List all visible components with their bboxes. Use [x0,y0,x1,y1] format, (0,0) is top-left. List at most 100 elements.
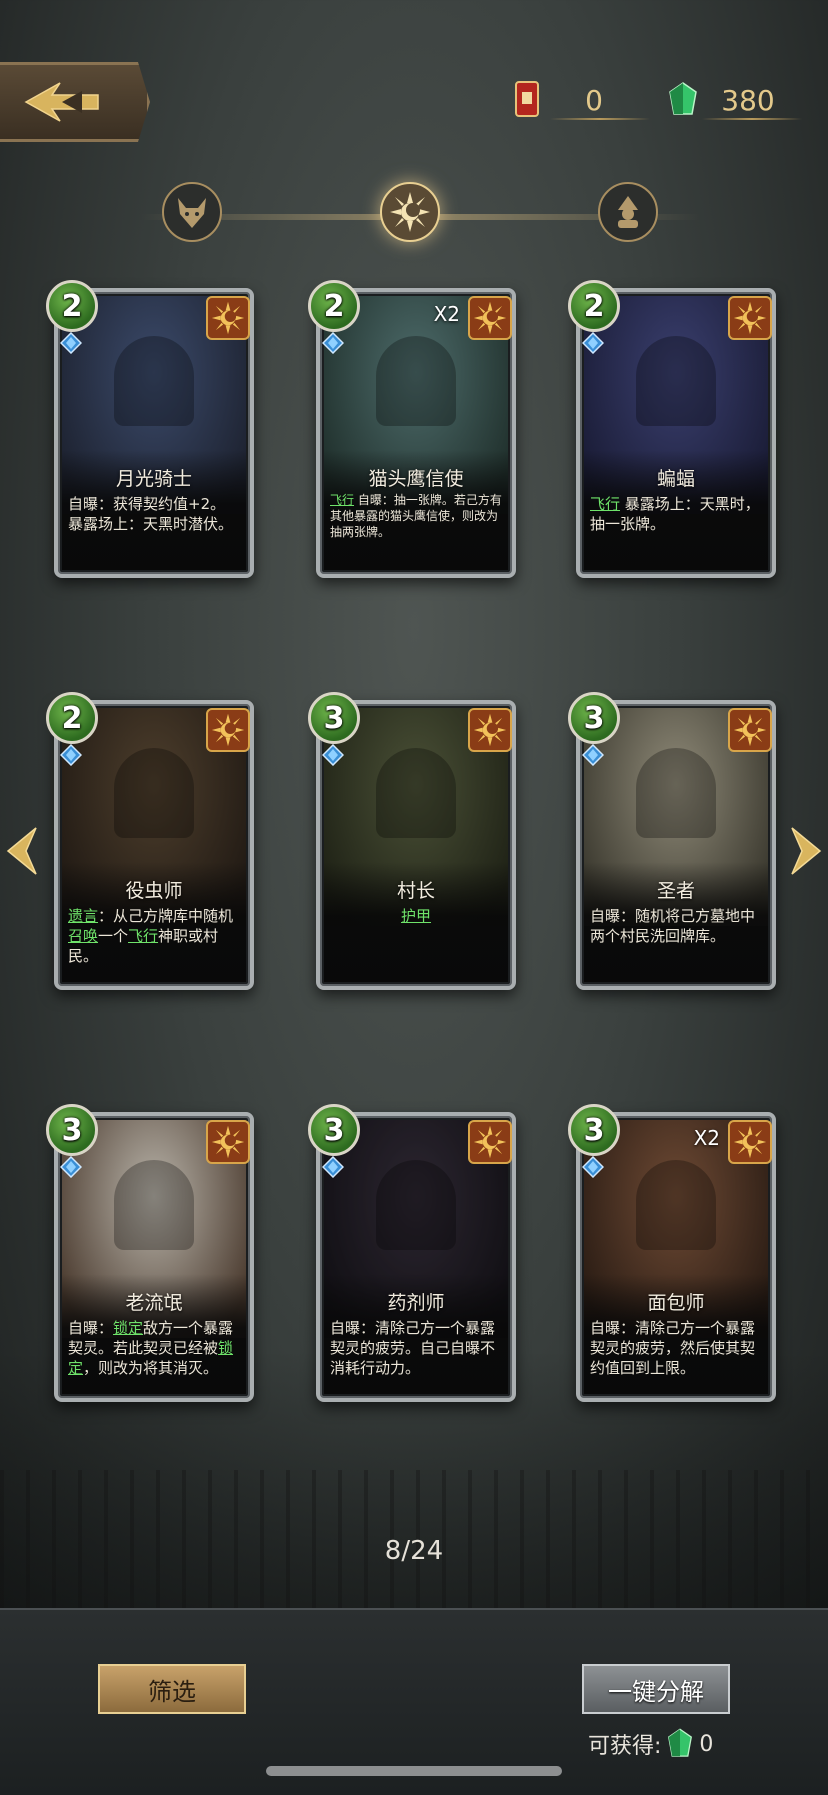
card-name: 役虫师 [125,880,183,902]
faction-sun-icon [468,296,512,340]
card-name: 药剂师 [387,1292,445,1314]
card-cost: 3 [568,692,620,744]
card-description: 飞行 暴露场上：天黑时，抽一张牌。 [590,494,762,534]
faction-sun-icon [468,1120,512,1164]
page-indicator: 8/24 [384,1536,444,1566]
card-character-silhouette [636,336,716,426]
keyword-link[interactable]: 遗言 [68,907,98,925]
green-gem-icon [669,82,697,115]
card-character-silhouette [114,748,194,838]
card-slot-2[interactable]: 2 X2 猫头鹰信使 飞行 自曝：抽一张牌。若己方有其他暴露的猫头鹰信使，则改为抽两张… [308,280,516,578]
description-text: 自曝：获得契约值+2。暴露场上：天黑时潜伏。 [68,495,234,533]
card-pack-value: 0 [585,84,603,117]
right-arrow-icon[interactable] [788,826,824,876]
card-slot-8[interactable]: 3 药剂师自曝：清除己方一个暴露契灵的疲劳。自己自曝不消耗行动力。 [308,1104,516,1402]
description-text: ：从己方牌库中随机 [98,907,234,925]
keyword-link[interactable]: 飞行 [590,495,620,513]
card-name: 猫头鹰信使 [368,468,464,490]
keyword-link[interactable]: 护甲 [401,907,431,925]
card-copies-badge: X2 [693,1126,720,1150]
keyword-link[interactable]: 飞行 [128,927,158,945]
card-cost: 2 [568,280,620,332]
card-slot-5[interactable]: 3 村长护甲 [308,692,516,990]
card-name: 面包师 [647,1292,705,1314]
blue-gem-icon [60,744,82,766]
card-slot-1[interactable]: 2 月光骑士自曝：获得契约值+2。暴露场上：天黑时潜伏。 [46,280,254,578]
card-pack-underline [550,118,650,120]
green-gem-icon [668,1728,693,1757]
faction-sun-icon [206,296,250,340]
card-character-silhouette [636,1160,716,1250]
gem-underline [702,118,802,120]
blue-gem-icon [582,332,604,354]
gem-value: 380 [721,84,775,117]
description-text: 一个 [98,927,129,945]
blue-gem-icon [60,332,82,354]
card-description: 自曝：获得契约值+2。暴露场上：天黑时潜伏。 [68,494,240,534]
faction-sun-icon [728,708,772,752]
faction-sun-icon [728,296,772,340]
back-button[interactable] [0,62,150,142]
faction-sun-icon [206,708,250,752]
card-character-silhouette [376,748,456,838]
faction-sun-icon [206,1120,250,1164]
card-pack-icon [515,81,539,117]
faction-sun-icon [468,708,512,752]
card-description: 自曝：随机将己方墓地中两个村民洗回牌库。 [590,906,762,946]
description-text: 自曝：清除己方一个暴露契灵的疲劳，然后使其契约值回到上限。 [590,1319,756,1377]
card-cost: 2 [308,280,360,332]
faction-sun-icon [728,1120,772,1164]
gain-display: 可获得: 0 [588,1728,713,1760]
gain-value: 0 [699,1731,714,1757]
card-description: 护甲 [330,906,502,926]
faction-tab-sun-moon[interactable] [380,182,440,242]
left-arrow-icon[interactable] [4,826,40,876]
blue-gem-icon [582,1156,604,1178]
blue-gem-icon [322,744,344,766]
gain-label: 可获得: [588,1734,662,1759]
card-description: 遗言：从己方牌库中随机召唤一个飞行神职或村民。 [68,906,240,966]
description-text: 自曝：随机将己方墓地中两个村民洗回牌库。 [590,907,756,945]
faction-filter-bar [0,182,828,252]
disenchant-all-button[interactable]: 一键分解 [582,1664,730,1714]
card-slot-9[interactable]: 3 X2 面包师自曝：清除己方一个暴露契灵的疲劳，然后使其契约值回到上限。 [568,1104,776,1402]
keyword-link[interactable]: 飞行 [330,493,354,507]
faction-tab-wolf[interactable] [162,182,222,242]
sun-moon-icon [390,192,430,232]
keyword-link[interactable]: 召唤 [68,927,98,945]
card-cost: 3 [308,1104,360,1156]
card-name: 月光骑士 [115,468,192,490]
blue-gem-icon [60,1156,82,1178]
card-cost: 3 [46,1104,98,1156]
keyword-link[interactable]: 锁定 [113,1319,143,1337]
card-description: 自曝：清除己方一个暴露契灵的疲劳。自己自曝不消耗行动力。 [330,1318,502,1378]
card-slot-6[interactable]: 3 圣者 自曝：随机将己方墓地中两个村民洗回牌库。 [568,692,776,990]
card-cost: 3 [308,692,360,744]
card-name: 村长 [396,880,435,902]
wolf-icon [178,198,206,228]
blue-gem-icon [322,1156,344,1178]
blue-gem-icon [322,332,344,354]
card-character-silhouette [376,1160,456,1250]
card-slot-4[interactable]: 2 役虫师遗言：从己方牌库中随机召唤一个飞行神职或村民。 [46,692,254,990]
card-slot-3[interactable]: 2 蝙蝠飞行 暴露场上：天黑时，抽一张牌。 [568,280,776,578]
card-description: 自曝：清除己方一个暴露契灵的疲劳，然后使其契约值回到上限。 [590,1318,762,1378]
card-character-silhouette [114,336,194,426]
card-slot-7[interactable]: 3 老流氓 自曝：锁定敌方一个暴露契灵。若此契灵已经被锁定，则改为将其消灭。 [46,1104,254,1402]
description-text: 自曝：抽一张牌。若己方有其他暴露的猫头鹰信使，则改为抽两张牌。 [330,493,502,539]
card-description: 自曝：锁定敌方一个暴露契灵。若此契灵已经被锁定，则改为将其消灭。 [68,1318,240,1378]
card-cost: 3 [568,1104,620,1156]
card-description: 飞行 自曝：抽一张牌。若己方有其他暴露的猫头鹰信使，则改为抽两张牌。 [330,492,502,540]
description-text: 自曝： [68,1319,114,1337]
home-indicator [266,1766,562,1776]
filter-button[interactable]: 筛选 [98,1664,246,1714]
blue-gem-icon [582,744,604,766]
faction-tab-villager[interactable] [598,182,658,242]
card-name: 蝙蝠 [656,468,695,490]
card-cost: 2 [46,692,98,744]
villager-icon [618,196,638,228]
card-character-silhouette [114,1160,194,1250]
gem-counter: 380 [668,82,802,120]
card-copies-badge: X2 [433,302,460,326]
card-cost: 2 [46,280,98,332]
